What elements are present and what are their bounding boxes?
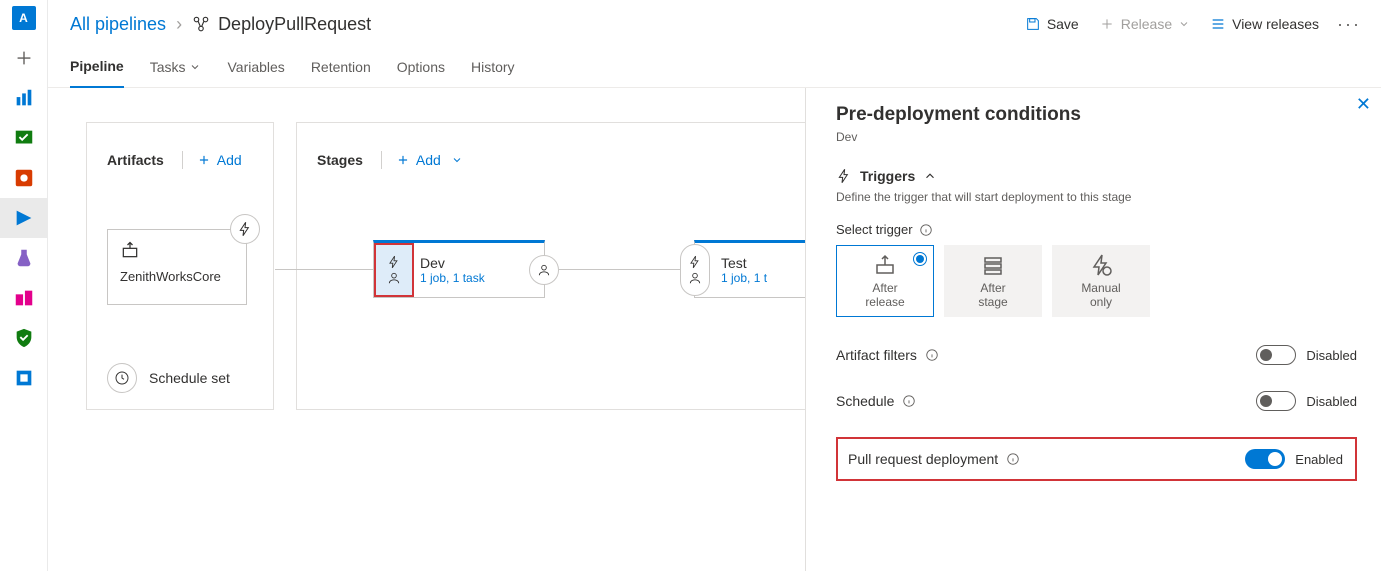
pull-request-deployment-row: Pull request deployment Enabled [836, 437, 1357, 481]
plus-icon [197, 153, 211, 167]
org-avatar[interactable]: A [12, 6, 36, 30]
tab-history[interactable]: History [471, 48, 515, 88]
breadcrumb-separator: › [176, 14, 182, 35]
triggers-section-header[interactable]: Triggers [836, 168, 1357, 184]
tab-retention[interactable]: Retention [311, 48, 371, 88]
save-icon [1025, 16, 1041, 32]
breadcrumb-root[interactable]: All pipelines [70, 14, 166, 35]
select-trigger-label: Select trigger [836, 222, 1357, 237]
stage-card-dev[interactable]: Dev 1 job, 1 task [373, 240, 545, 298]
stages-title: Stages [317, 152, 363, 168]
more-menu[interactable]: ··· [1329, 14, 1369, 35]
tab-options[interactable]: Options [397, 48, 445, 88]
pre-deployment-panel: ✕ Pre-deployment conditions Dev Triggers… [805, 88, 1381, 571]
rail-boards-icon[interactable] [0, 118, 48, 158]
connector-line [559, 269, 694, 270]
view-releases-button[interactable]: View releases [1200, 8, 1329, 40]
plus-icon [1099, 16, 1115, 32]
lightning-icon [836, 168, 852, 184]
info-icon[interactable] [1006, 452, 1020, 466]
manual-icon [1089, 253, 1113, 277]
artifact-trigger-icon[interactable] [230, 214, 260, 244]
artifacts-panel: Artifacts Add ZenithWorksCore [86, 122, 274, 410]
user-icon [387, 271, 401, 285]
info-icon[interactable] [902, 394, 916, 408]
rail-artifacts-icon[interactable] [0, 278, 48, 318]
tab-tasks[interactable]: Tasks [150, 48, 202, 88]
stage-subtitle[interactable]: 1 job, 1 task [420, 271, 544, 285]
tab-variables[interactable]: Variables [227, 48, 284, 88]
connector-line [275, 269, 373, 270]
close-panel-button[interactable]: ✕ [1356, 94, 1371, 115]
rail-extension-icon[interactable] [0, 358, 48, 398]
artifact-filters-toggle[interactable] [1256, 345, 1296, 365]
rail-dashboard-icon[interactable] [0, 78, 48, 118]
radio-selected [913, 252, 927, 266]
trigger-option-manual-only[interactable]: Manual only [1052, 245, 1150, 317]
pull-request-toggle[interactable] [1245, 449, 1285, 469]
user-icon [688, 271, 702, 285]
panel-title: Pre-deployment conditions [836, 104, 1357, 126]
triggers-desc: Define the trigger that will start deplo… [836, 190, 1357, 204]
list-icon [1210, 16, 1226, 32]
stage-icon [981, 253, 1005, 277]
save-button[interactable]: Save [1015, 8, 1089, 40]
add-stage-button[interactable]: Add [396, 152, 463, 168]
schedule-label: Schedule set [149, 370, 230, 386]
chevron-down-icon [451, 154, 463, 166]
artifact-name: ZenithWorksCore [120, 269, 234, 284]
build-icon [120, 240, 140, 260]
lightning-icon [688, 255, 702, 269]
schedule-toggle[interactable] [1256, 391, 1296, 411]
rail-compliance-icon[interactable] [0, 318, 48, 358]
pre-deployment-conditions-button[interactable] [374, 243, 414, 297]
trigger-option-after-release[interactable]: After release [836, 245, 934, 317]
tab-bar: Pipeline Tasks Variables Retention Optio… [48, 48, 1381, 88]
stages-panel: Stages Add [296, 122, 844, 410]
lightning-icon [387, 255, 401, 269]
trigger-option-after-stage[interactable]: After stage [944, 245, 1042, 317]
page-header: All pipelines › DeployPullRequest Save R… [48, 0, 1381, 48]
rail-test-icon[interactable] [0, 238, 48, 278]
post-deployment-conditions-button[interactable] [529, 255, 559, 285]
panel-subtitle: Dev [836, 130, 1357, 144]
plus-icon [396, 153, 410, 167]
add-artifact-button[interactable]: Add [197, 152, 242, 168]
rail-add-icon[interactable] [0, 38, 48, 78]
rail-pipelines-icon[interactable] [0, 198, 48, 238]
left-nav-rail: A [0, 0, 48, 571]
release-icon [873, 253, 897, 277]
pipeline-title: DeployPullRequest [218, 14, 371, 35]
user-icon [537, 263, 551, 277]
tab-pipeline[interactable]: Pipeline [70, 48, 124, 88]
pre-deployment-conditions-button[interactable] [680, 244, 710, 296]
chevron-down-icon [1178, 18, 1190, 30]
artifact-filters-row: Artifact filters Disabled [836, 345, 1357, 365]
rail-repos-icon[interactable] [0, 158, 48, 198]
chevron-up-icon [923, 169, 937, 183]
info-icon[interactable] [919, 223, 933, 237]
artifact-card[interactable]: ZenithWorksCore [107, 229, 247, 305]
pipeline-icon [192, 15, 210, 33]
stage-name: Dev [420, 255, 544, 271]
info-icon[interactable] [925, 348, 939, 362]
release-button: Release [1089, 8, 1200, 40]
schedule-icon[interactable] [107, 363, 137, 393]
artifacts-title: Artifacts [107, 152, 164, 168]
schedule-row: Schedule Disabled [836, 391, 1357, 411]
chevron-down-icon [189, 61, 201, 73]
